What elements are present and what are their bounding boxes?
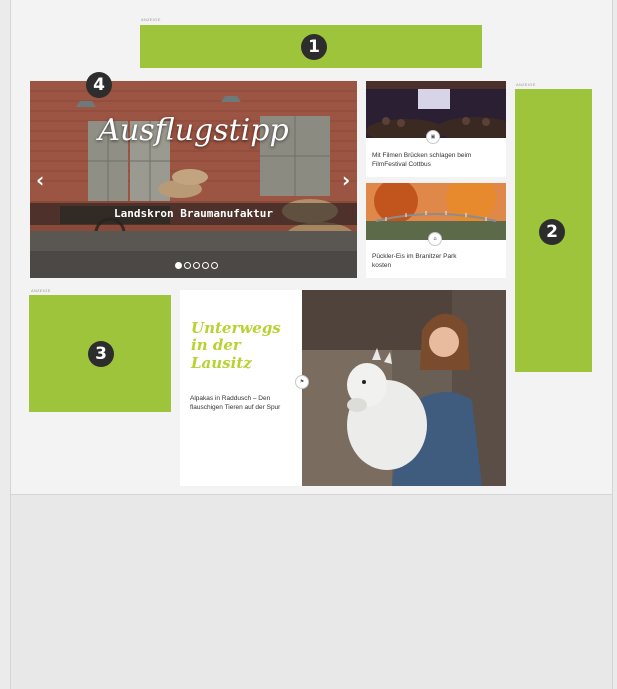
feature-text: Alpakas in Raddusch – Den flauschigen Ti… bbox=[190, 395, 281, 411]
page-lower-area bbox=[10, 495, 613, 689]
slider-dots bbox=[175, 262, 218, 269]
slider-dot[interactable] bbox=[211, 262, 218, 269]
marker-1: 1 bbox=[301, 34, 327, 60]
ad-label-right: ANZEIGE bbox=[516, 82, 536, 87]
slider-dot[interactable] bbox=[175, 262, 182, 269]
chevron-left-icon[interactable]: ‹ bbox=[36, 168, 44, 192]
teaser-card-eis[interactable]: ⌂ Pückler-Eis im Branitzer Park kosten bbox=[366, 183, 506, 278]
slider-subtitle: Landskron Braumanufaktur bbox=[114, 207, 273, 220]
ad-label-top: ANZEIGE bbox=[141, 17, 161, 22]
slider-dot[interactable] bbox=[184, 262, 191, 269]
teaser-image-film bbox=[366, 81, 506, 138]
teaser-text-eis: Pückler-Eis im Branitzer Park kosten bbox=[372, 253, 457, 269]
film-icon: ▣ bbox=[426, 130, 440, 144]
slider-dot[interactable] bbox=[202, 262, 209, 269]
slider-image bbox=[30, 81, 357, 278]
hero-slider[interactable] bbox=[30, 81, 357, 278]
marker-4: 4 bbox=[86, 72, 112, 98]
ad-label-left: ANZEIGE bbox=[31, 288, 51, 293]
slider-dot[interactable] bbox=[193, 262, 200, 269]
slider-title: Ausflugstipp bbox=[98, 113, 289, 148]
building-icon: ⌂ bbox=[428, 232, 442, 246]
marker-3: 3 bbox=[88, 341, 114, 367]
marker-2: 2 bbox=[539, 219, 565, 245]
feature-image-alpaka bbox=[302, 290, 506, 486]
feature-title: Unterwegs in der Lausitz bbox=[191, 319, 281, 372]
teaser-text-film: Mit Filmen Brücken schlagen beim FilmFes… bbox=[372, 152, 472, 168]
teaser-card-film[interactable]: ▣ Mit Filmen Brücken schlagen beim FilmF… bbox=[366, 81, 506, 177]
signpost-icon: ⚑ bbox=[295, 375, 309, 389]
chevron-right-icon[interactable]: › bbox=[342, 168, 350, 192]
